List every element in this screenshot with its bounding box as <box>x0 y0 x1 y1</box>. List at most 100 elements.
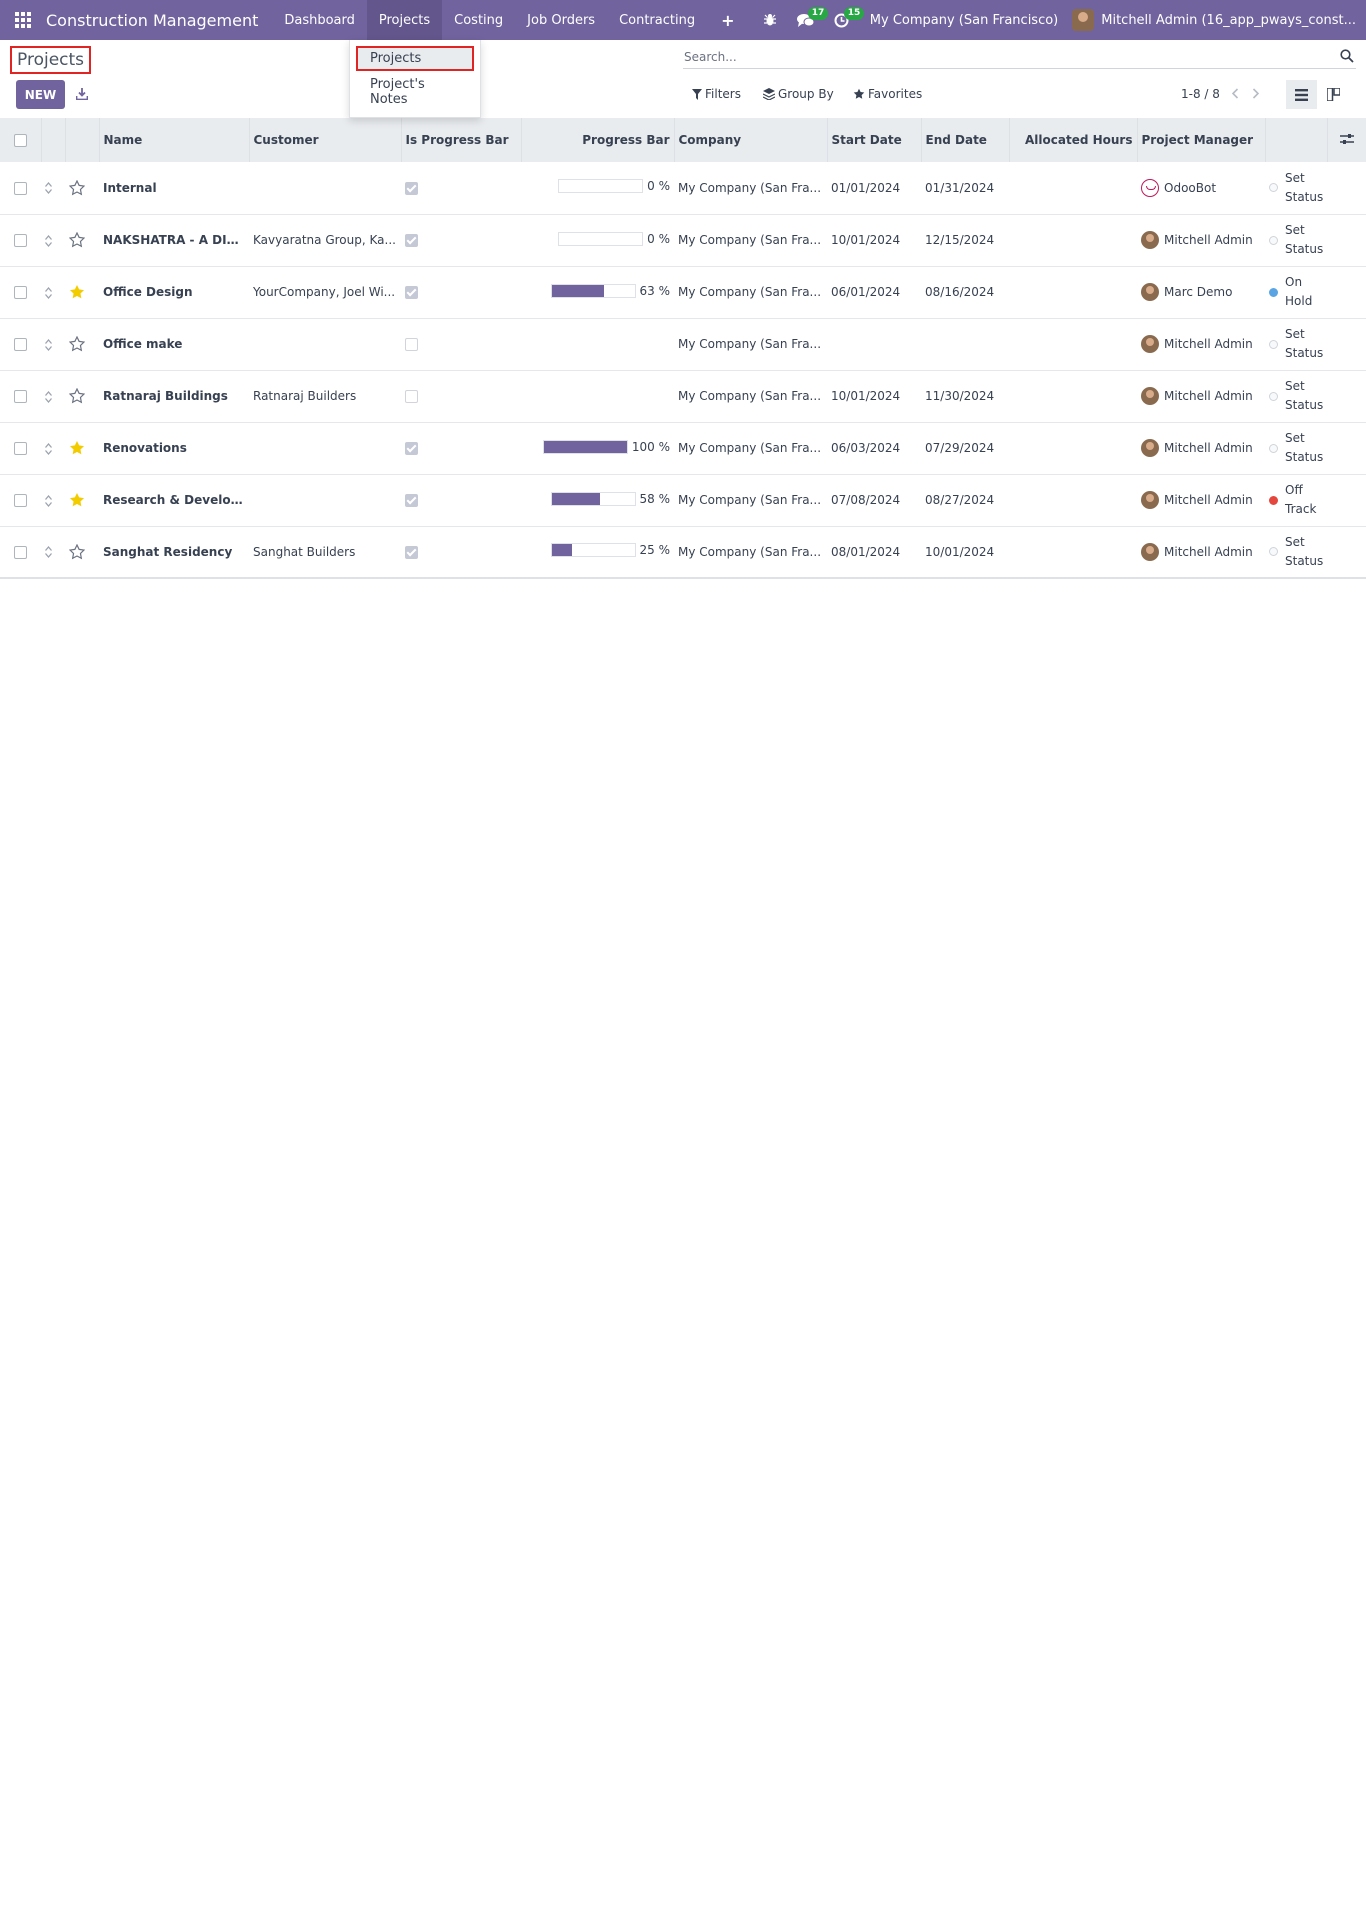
row-select-checkbox[interactable] <box>14 494 27 507</box>
allocated-hours[interactable] <box>1009 526 1137 579</box>
row-select-checkbox[interactable] <box>14 390 27 403</box>
end-date[interactable]: 08/16/2024 <box>921 266 1009 319</box>
company[interactable]: My Company (San Fra... <box>674 526 827 579</box>
table-row[interactable]: Renovations 100 % My Company (San Fra... 06… <box>0 422 1366 475</box>
project-name[interactable]: Office Design <box>99 266 249 319</box>
filters-button[interactable]: Filters <box>692 87 741 101</box>
customer[interactable] <box>249 422 401 475</box>
allocated-hours[interactable] <box>1009 370 1137 423</box>
drag-handle-icon[interactable] <box>45 338 52 351</box>
allocated-hours[interactable] <box>1009 318 1137 371</box>
select-all-checkbox[interactable] <box>13 134 27 147</box>
row-select-checkbox[interactable] <box>14 286 27 299</box>
table-row[interactable]: Office Design YourCompany, Joel Wi... 63 %… <box>0 266 1366 319</box>
customer[interactable]: Sanghat Builders <box>249 526 401 579</box>
status-dot-icon[interactable] <box>1269 547 1278 557</box>
start-date[interactable]: 08/01/2024 <box>827 526 921 579</box>
status-dot-icon[interactable] <box>1269 391 1278 401</box>
status-dot-icon[interactable] <box>1269 235 1278 245</box>
menu-plus-button[interactable]: + <box>707 0 748 40</box>
company[interactable]: My Company (San Fra... <box>674 214 827 267</box>
table-row[interactable]: NAKSHATRA - A DISTI... Kavyaratna Group, … <box>0 214 1366 267</box>
drag-handle-icon[interactable] <box>45 390 52 403</box>
row-select-checkbox[interactable] <box>14 545 27 559</box>
status-cell[interactable]: On Hold <box>1265 266 1366 319</box>
end-date[interactable] <box>921 318 1009 371</box>
end-date[interactable]: 08/27/2024 <box>921 474 1009 527</box>
app-brand[interactable]: Construction Management <box>46 11 258 30</box>
favorite-star-icon[interactable] <box>69 336 85 352</box>
customer[interactable] <box>249 162 401 215</box>
drag-handle-icon[interactable] <box>45 546 52 559</box>
user-menu[interactable]: Mitchell Admin (16_app_pways_const... <box>1072 9 1366 31</box>
dropdown-item-project-notes[interactable]: Project's Notes <box>350 71 480 113</box>
end-date[interactable]: 11/30/2024 <box>921 370 1009 423</box>
row-select-checkbox[interactable] <box>14 338 27 351</box>
drag-handle-icon[interactable] <box>45 234 52 247</box>
project-manager-cell[interactable]: Mitchell Admin <box>1137 526 1265 579</box>
new-button[interactable]: NEW <box>16 80 65 109</box>
kanban-view-icon[interactable] <box>1318 80 1349 109</box>
project-name[interactable]: Research & Developm... <box>99 474 249 527</box>
is-progress-bar-checkbox[interactable] <box>405 442 418 455</box>
customer[interactable]: Kavyaratna Group, Ka... <box>249 214 401 267</box>
status-cell[interactable]: Set Status <box>1265 526 1366 579</box>
messages-icon[interactable]: 17 <box>788 0 829 40</box>
status-dot-icon[interactable] <box>1269 443 1278 453</box>
is-progress-bar-checkbox[interactable] <box>405 494 418 507</box>
is-progress-bar-checkbox[interactable] <box>405 338 418 351</box>
drag-handle-icon[interactable] <box>45 442 52 455</box>
allocated-hours[interactable] <box>1009 214 1137 267</box>
status-cell[interactable]: Set Status <box>1265 422 1366 475</box>
list-view-icon[interactable] <box>1286 80 1317 109</box>
menu-dashboard[interactable]: Dashboard <box>272 0 367 40</box>
customer[interactable] <box>249 474 401 527</box>
menu-contracting[interactable]: Contracting <box>607 0 707 40</box>
favorite-star-icon[interactable] <box>69 543 85 560</box>
project-name[interactable]: Ratnaraj Buildings <box>99 370 249 423</box>
end-date[interactable]: 07/29/2024 <box>921 422 1009 475</box>
dropdown-item-projects[interactable]: Projects <box>356 46 474 71</box>
company[interactable]: My Company (San Fra... <box>674 318 827 371</box>
allocated-hours[interactable] <box>1009 266 1137 319</box>
allocated-hours[interactable] <box>1009 422 1137 475</box>
start-date[interactable]: 10/01/2024 <box>827 370 921 423</box>
company[interactable]: My Company (San Fra... <box>674 370 827 423</box>
status-dot-icon[interactable] <box>1269 183 1278 193</box>
favorites-button[interactable]: Favorites <box>853 87 922 101</box>
start-date[interactable]: 01/01/2024 <box>827 162 921 215</box>
bug-icon[interactable] <box>752 0 788 40</box>
is-progress-bar-checkbox[interactable] <box>405 390 418 403</box>
favorite-star-icon[interactable] <box>69 492 85 508</box>
download-icon[interactable] <box>73 85 91 103</box>
company[interactable]: My Company (San Fra... <box>674 266 827 319</box>
favorite-star-icon[interactable] <box>69 179 85 196</box>
allocated-hours[interactable] <box>1009 474 1137 527</box>
allocated-hours[interactable] <box>1009 162 1137 215</box>
status-cell[interactable]: Set Status <box>1265 214 1366 267</box>
project-manager-cell[interactable]: Mitchell Admin <box>1137 318 1265 371</box>
column-is-progress-bar[interactable]: Is Progress Bar <box>401 118 522 162</box>
is-progress-bar-checkbox[interactable] <box>405 234 418 247</box>
favorite-star-icon[interactable] <box>69 388 85 404</box>
pager-value[interactable]: 1-8 / 8 <box>1181 87 1220 101</box>
table-row[interactable]: Sanghat Residency Sanghat Builders 25 % My … <box>0 526 1366 579</box>
project-name[interactable]: Office make <box>99 318 249 371</box>
company[interactable]: My Company (San Fra... <box>674 474 827 527</box>
table-row[interactable]: Internal 0 % My Company (San Fra... 01/01/2… <box>0 162 1366 215</box>
status-cell[interactable]: Set Status <box>1265 370 1366 423</box>
status-cell[interactable]: Set Status <box>1265 162 1366 215</box>
column-company[interactable]: Company <box>674 118 828 162</box>
status-dot-icon[interactable] <box>1269 287 1278 297</box>
table-row[interactable]: Ratnaraj Buildings Ratnaraj Builders My Co… <box>0 370 1366 423</box>
column-customer[interactable]: Customer <box>249 118 402 162</box>
favorite-star-icon[interactable] <box>69 440 85 456</box>
status-cell[interactable]: Set Status <box>1265 318 1366 371</box>
column-name[interactable]: Name <box>99 118 250 162</box>
company[interactable]: My Company (San Fra... <box>674 422 827 475</box>
column-project-manager[interactable]: Project Manager <box>1137 118 1266 162</box>
start-date[interactable]: 10/01/2024 <box>827 214 921 267</box>
row-select-checkbox[interactable] <box>14 181 27 195</box>
column-allocated-hours[interactable]: Allocated Hours <box>1009 118 1138 162</box>
drag-handle-icon[interactable] <box>45 182 52 195</box>
